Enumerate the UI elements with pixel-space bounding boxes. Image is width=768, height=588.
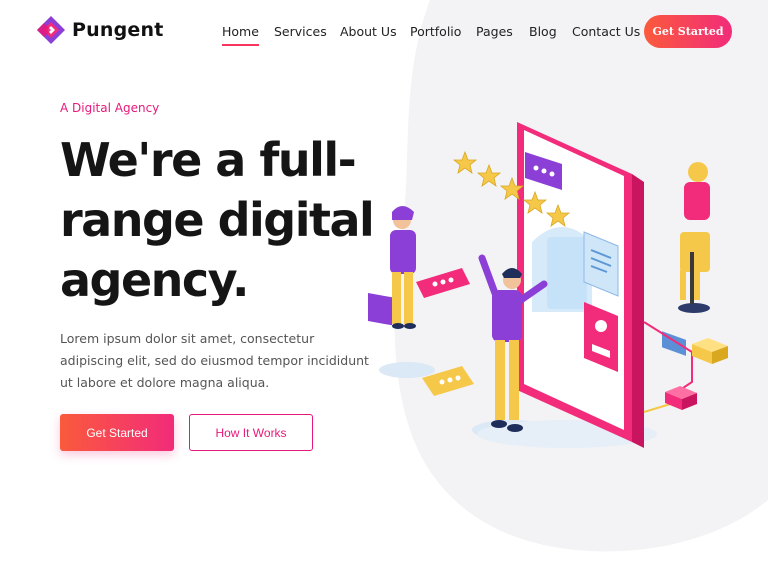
- network-cubes-icon: [643, 321, 728, 413]
- header-get-started-button[interactable]: Get Started: [644, 15, 732, 48]
- how-it-works-button[interactable]: How It Works: [189, 414, 313, 451]
- hero-kicker: A Digital Agency: [60, 101, 160, 115]
- hero-illustration: [368, 122, 728, 448]
- person-with-laptop: [662, 162, 710, 356]
- hero-description: Lorem ipsum dolor sit amet, consectetur …: [60, 331, 369, 390]
- get-started-button[interactable]: Get Started: [60, 414, 174, 451]
- brand-name: Pungent: [72, 19, 164, 41]
- nav-item-pages[interactable]: Pages: [476, 24, 513, 39]
- nav-item-blog[interactable]: Blog: [529, 24, 557, 39]
- diamond-logo-icon: [37, 16, 65, 44]
- nav-item-portfolio[interactable]: Portfolio: [410, 24, 461, 39]
- nav-item-home[interactable]: Home: [222, 24, 259, 46]
- site-header: Pungent Home Services About Us Portfolio…: [0, 0, 768, 64]
- brand-logo[interactable]: Pungent: [35, 14, 163, 46]
- hero-headline: We're a full-range digital agency.: [60, 133, 375, 307]
- nav-item-services[interactable]: Services: [274, 24, 327, 39]
- floating-chat-icon: [416, 268, 470, 298]
- nav-item-contact-us[interactable]: Contact Us: [572, 24, 640, 39]
- nav-item-about-us[interactable]: About Us: [340, 24, 397, 39]
